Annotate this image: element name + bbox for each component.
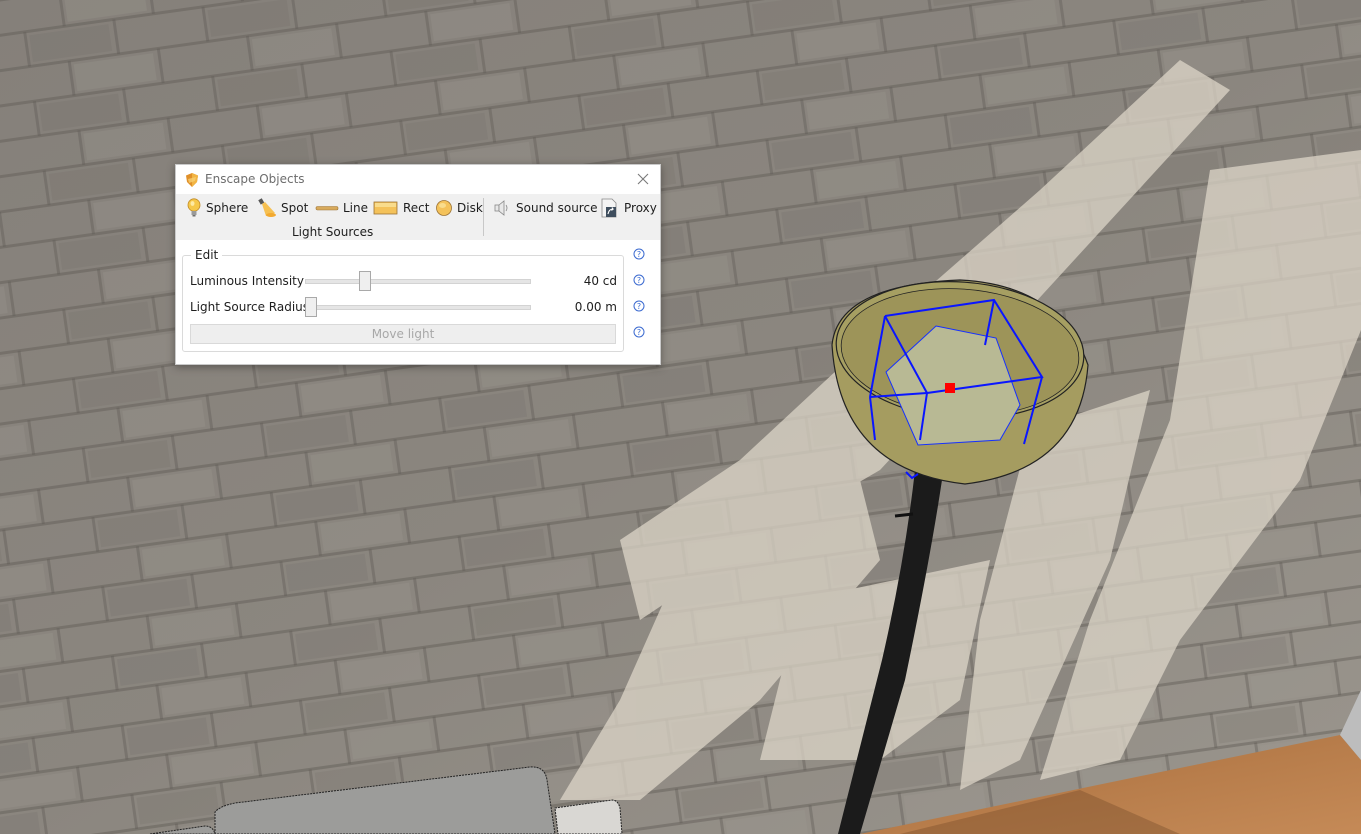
close-icon [637, 173, 649, 185]
rect-light-icon [373, 201, 398, 215]
svg-text:?: ? [637, 250, 641, 259]
sound-source-button[interactable]: Sound source [493, 198, 597, 218]
spot-light-button[interactable]: Spot [257, 198, 308, 218]
rect-label: Rect [403, 201, 430, 215]
disk-light-icon [436, 200, 452, 216]
sound-source-label: Sound source [516, 201, 598, 215]
ribbon-separator [483, 198, 484, 236]
disk-label: Disk [457, 201, 483, 215]
slider-track [305, 279, 531, 284]
slider-thumb[interactable] [358, 271, 371, 291]
rect-light-button[interactable]: Rect [373, 198, 429, 218]
svg-text:?: ? [637, 302, 641, 311]
light-sources-ribbon: Sphere Spot Line Rect Disk Sound source … [176, 194, 660, 240]
line-light-icon [315, 206, 339, 211]
dialog-title: Enscape Objects [205, 172, 305, 186]
proxy-button[interactable]: Proxy [600, 198, 657, 218]
slider-thumb[interactable] [305, 297, 317, 317]
light-source-radius-label: Light Source Radius [190, 300, 310, 314]
line-light-button[interactable]: Line [315, 198, 368, 218]
light-bulb-icon [187, 198, 201, 217]
luminous-intensity-slider[interactable] [305, 271, 531, 291]
edit-group: Edit Luminous Intensity 40 cd Light Sour… [182, 248, 624, 352]
disk-light-button[interactable]: Disk [435, 198, 483, 218]
sphere-light-button[interactable]: Sphere [186, 198, 248, 218]
help-button-light-source-radius[interactable]: ? [633, 300, 645, 312]
enscape-objects-dialog: Enscape Objects Sphere Spot Line Rect Di… [175, 164, 661, 365]
move-light-button[interactable]: Move light [190, 324, 616, 344]
light-source-radius-value: 0.00 m [574, 300, 617, 314]
help-icon: ? [633, 326, 645, 338]
help-icon: ? [633, 300, 645, 312]
spotlight-icon [258, 198, 276, 217]
spot-label: Spot [281, 201, 309, 215]
title-bar[interactable]: Enscape Objects [176, 165, 660, 194]
help-button-edit[interactable]: ? [633, 248, 645, 260]
slider-track [305, 305, 531, 310]
luminous-intensity-value: 40 cd [583, 274, 617, 288]
proxy-file-icon [601, 198, 617, 218]
help-icon: ? [633, 274, 645, 286]
light-source-radius-slider[interactable] [305, 297, 531, 317]
help-button-luminous-intensity[interactable]: ? [633, 274, 645, 286]
3d-viewport[interactable] [0, 0, 1361, 834]
sphere-label: Sphere [206, 201, 249, 215]
lamp-switch [894, 512, 914, 518]
svg-text:?: ? [637, 328, 641, 337]
help-icon: ? [633, 248, 645, 260]
edit-group-legend: Edit [191, 248, 223, 262]
close-button[interactable] [634, 170, 652, 188]
proxy-label: Proxy [624, 201, 657, 215]
enscape-logo-icon [184, 172, 200, 188]
light-sources-group-label: Light Sources [292, 225, 374, 239]
svg-text:?: ? [637, 276, 641, 285]
line-label: Line [343, 201, 369, 215]
light-center-point[interactable] [945, 383, 955, 393]
speaker-icon [494, 200, 508, 216]
help-button-move-light[interactable]: ? [633, 326, 645, 338]
luminous-intensity-label: Luminous Intensity [190, 274, 304, 288]
